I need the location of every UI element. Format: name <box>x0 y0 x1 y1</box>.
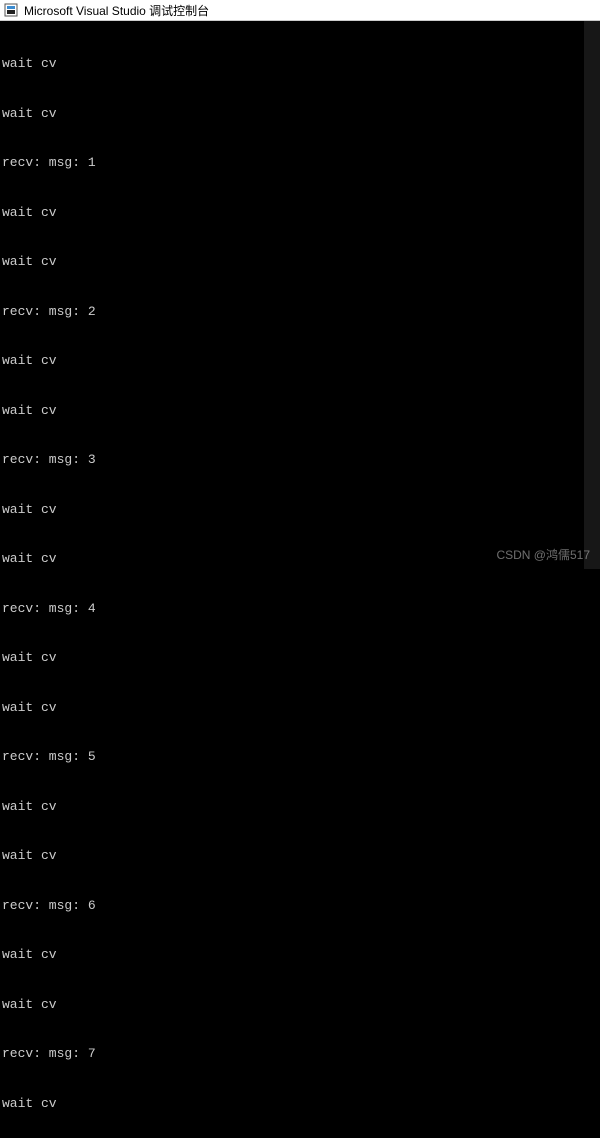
console-line: wait cv <box>2 353 600 370</box>
console-line: recv: msg: 5 <box>2 749 600 766</box>
console-line: wait cv <box>2 205 600 222</box>
console-line: wait cv <box>2 700 600 717</box>
app-icon <box>4 3 18 17</box>
console-line: recv: msg: 4 <box>2 601 600 618</box>
console-line: wait cv <box>2 551 600 568</box>
console-line: wait cv <box>2 56 600 73</box>
console-line: wait cv <box>2 848 600 865</box>
console-line: recv: msg: 7 <box>2 1046 600 1063</box>
console-output[interactable]: wait cv wait cv recv: msg: 1 wait cv wai… <box>0 21 600 1138</box>
console-line: wait cv <box>2 997 600 1014</box>
console-line: recv: msg: 1 <box>2 155 600 172</box>
console-line: wait cv <box>2 106 600 123</box>
console-line: recv: msg: 3 <box>2 452 600 469</box>
console-line: wait cv <box>2 947 600 964</box>
console-line: wait cv <box>2 1096 600 1113</box>
console-line: wait cv <box>2 799 600 816</box>
console-line: wait cv <box>2 403 600 420</box>
vertical-scrollbar[interactable] <box>584 21 600 569</box>
console-line: recv: msg: 2 <box>2 304 600 321</box>
console-line: recv: msg: 6 <box>2 898 600 915</box>
console-line: wait cv <box>2 502 600 519</box>
window-title-bar[interactable]: Microsoft Visual Studio 调试控制台 <box>0 0 600 21</box>
console-line: wait cv <box>2 254 600 271</box>
console-line: wait cv <box>2 650 600 667</box>
window-title: Microsoft Visual Studio 调试控制台 <box>24 2 209 19</box>
